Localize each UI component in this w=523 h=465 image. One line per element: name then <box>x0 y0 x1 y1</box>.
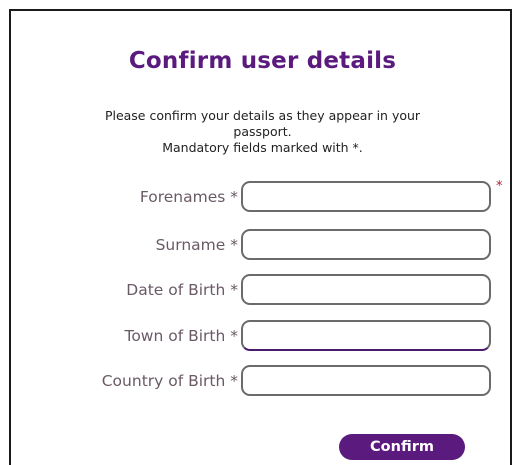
intro-line: passport. <box>233 124 292 139</box>
date-of-birth-label: Date of Birth * <box>126 281 238 299</box>
intro-text: Please confirm your details as they appe… <box>11 108 514 156</box>
forenames-input[interactable] <box>241 181 491 212</box>
forenames-label: Forenames * <box>139 188 238 206</box>
intro-line: Mandatory fields marked with *. <box>162 140 363 155</box>
confirm-button[interactable]: Confirm <box>339 434 465 460</box>
form-row-surname: Surname * <box>11 229 514 261</box>
page-title: Confirm user details <box>128 48 397 74</box>
country-of-birth-input[interactable] <box>241 365 491 396</box>
town-of-birth-input[interactable] <box>241 320 491 351</box>
date-of-birth-input[interactable] <box>241 274 491 305</box>
form-row-date-of-birth: Date of Birth * <box>11 274 514 306</box>
surname-input[interactable] <box>241 229 491 260</box>
required-marker: * <box>496 179 503 194</box>
form-row-forenames: Forenames * * <box>11 179 514 213</box>
form-row-country-of-birth: Country of Birth * <box>11 365 514 397</box>
intro-line: Please confirm your details as they appe… <box>104 108 421 123</box>
form-row-town-of-birth: Town of Birth * <box>11 320 514 352</box>
form-panel: Confirm user details Please confirm your… <box>9 9 512 465</box>
surname-label: Surname * <box>155 236 238 254</box>
country-of-birth-label: Country of Birth * <box>101 372 238 390</box>
town-of-birth-label: Town of Birth * <box>124 327 238 345</box>
